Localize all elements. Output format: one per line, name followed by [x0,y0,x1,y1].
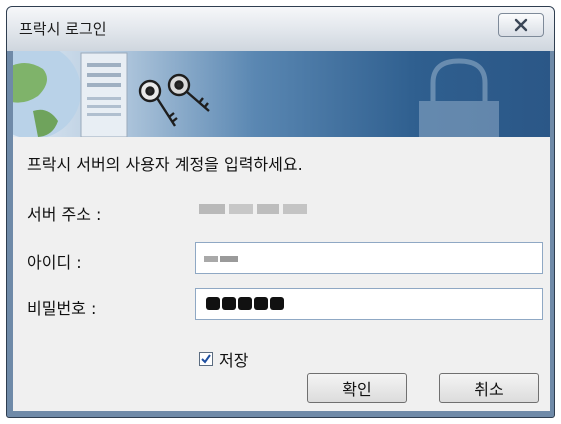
password-input[interactable] [195,288,543,320]
save-checkbox[interactable] [199,352,213,366]
cancel-button[interactable]: 취소 [439,373,539,403]
globe-icon [13,51,81,137]
close-icon [514,18,528,32]
password-mask [206,297,284,310]
password-dot [206,297,220,310]
password-label: 비밀번호 : [27,299,97,318]
dialog-body: 프락시 서버의 사용자 계정을 입력하세요. 서버 주소 : 아이디 : 비밀번… [13,51,550,411]
close-button[interactable] [498,13,544,37]
ok-button[interactable]: 확인 [307,373,407,403]
window-title: 프락시 로그인 [19,20,107,38]
id-value-masked [204,256,238,262]
save-option[interactable]: 저장 [199,347,248,371]
server-address-label: 서버 주소 : [27,205,102,224]
banner-image [13,51,550,137]
server-icon [80,52,128,137]
id-input[interactable] [195,242,543,274]
instruction-text: 프락시 서버의 사용자 계정을 입력하세요. [27,155,303,174]
password-dot [254,297,268,310]
proxy-login-dialog: 프락시 로그인 프락시 서버의 사용자 계정을 입력하세요. 서버 주소: 아… [6,6,555,418]
keys-icon [138,73,210,127]
padlock-icon [419,58,499,137]
checkmark-icon [201,354,211,364]
banner-graphic [13,51,499,137]
save-label: 저장 [219,351,249,370]
title-bar[interactable]: 프락시 로그인 [7,7,554,51]
id-label: 아이디 : [27,253,82,272]
server-address-value [199,204,307,214]
password-dot [222,297,236,310]
password-dot [238,297,252,310]
password-dot [270,297,284,310]
